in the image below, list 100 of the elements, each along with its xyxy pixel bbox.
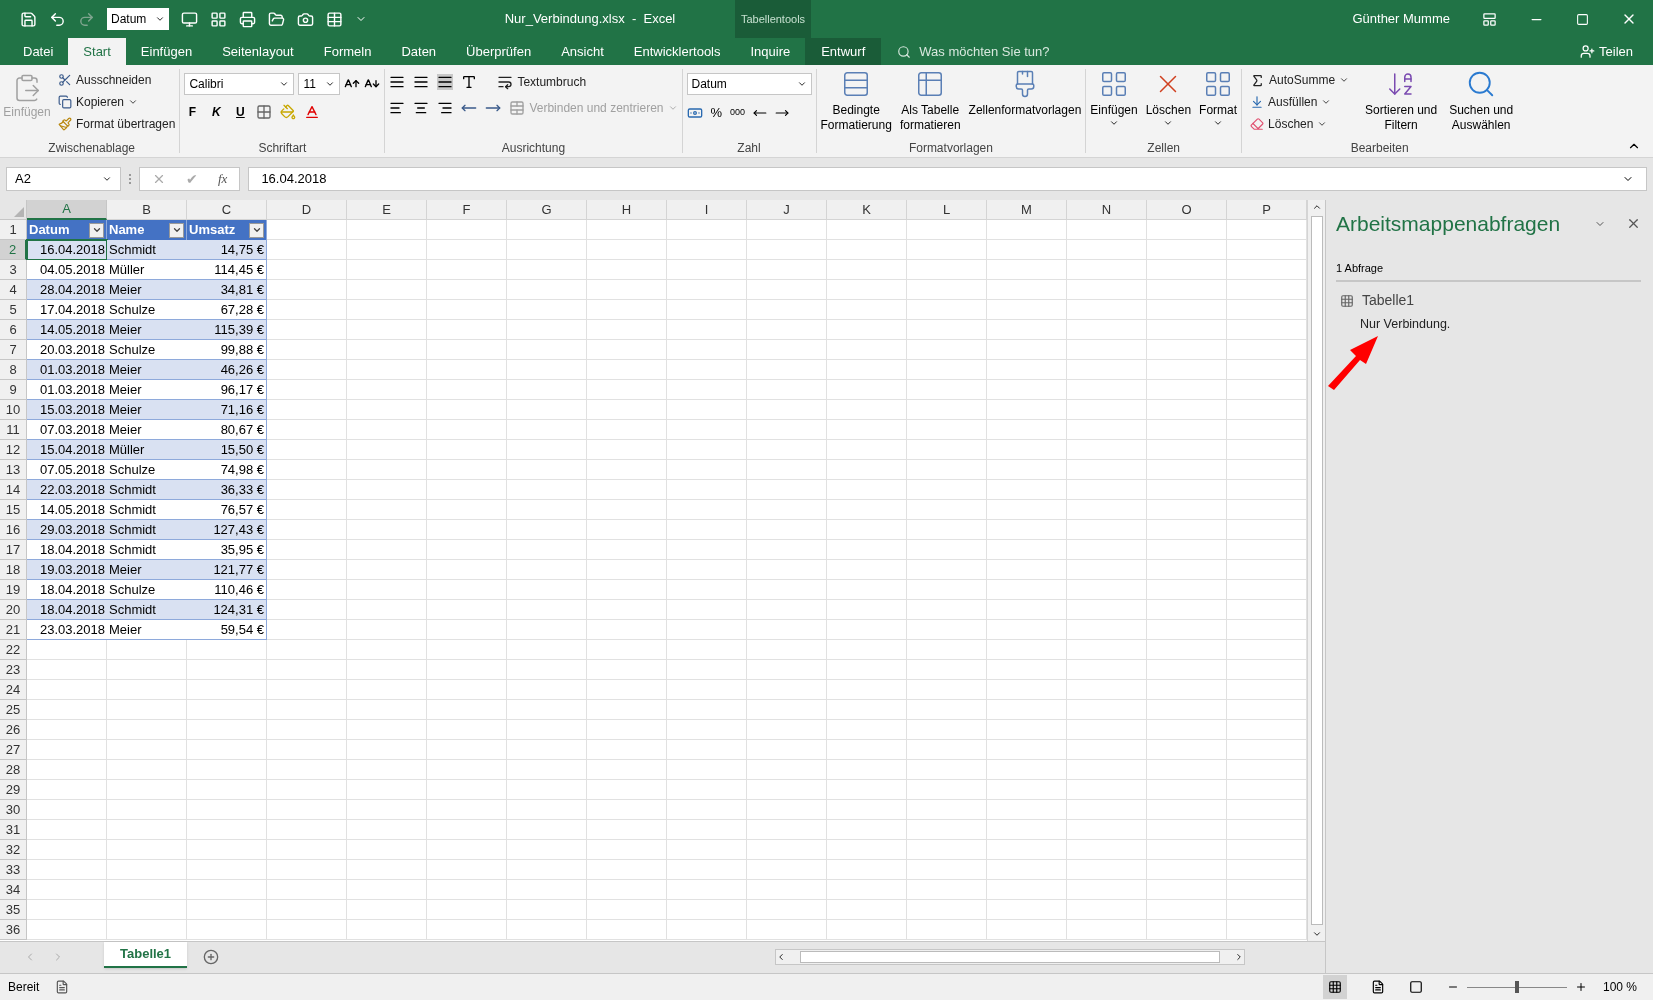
scroll-thumb[interactable] bbox=[800, 950, 1220, 963]
normal-view-icon[interactable] bbox=[1322, 975, 1347, 999]
ribbon-tab[interactable]: Einfügen bbox=[125, 38, 208, 65]
page-layout-icon[interactable] bbox=[1370, 980, 1385, 994]
column-header[interactable]: H bbox=[587, 200, 667, 220]
scroll-right-icon[interactable] bbox=[1234, 951, 1244, 962]
row-header[interactable]: 12 bbox=[0, 440, 27, 460]
row-header[interactable]: 28 bbox=[0, 760, 27, 780]
formula-field[interactable]: 16.04.2018 bbox=[248, 167, 1647, 191]
share-button[interactable]: Teilen bbox=[1580, 38, 1633, 65]
column-header[interactable]: G bbox=[507, 200, 587, 220]
align-center-icon[interactable] bbox=[413, 100, 430, 116]
row-header[interactable]: 3 bbox=[0, 260, 27, 280]
ribbon-tab[interactable]: Entwurf bbox=[805, 38, 882, 65]
insert-function-button[interactable]: fx bbox=[218, 169, 228, 189]
row-header[interactable]: 1 bbox=[0, 220, 27, 240]
macro-record-icon[interactable] bbox=[55, 980, 70, 994]
horizontal-scrollbar[interactable] bbox=[775, 948, 1245, 965]
column-header[interactable]: A bbox=[27, 200, 107, 220]
autosum-button[interactable]: AutoSumme bbox=[1246, 69, 1354, 91]
column-header[interactable]: I bbox=[667, 200, 747, 220]
row-header[interactable]: 18 bbox=[0, 560, 27, 580]
font-name-field[interactable]: Calibri bbox=[184, 73, 295, 95]
borders-icon[interactable] bbox=[256, 104, 273, 120]
save-icon[interactable] bbox=[20, 10, 37, 28]
row-header[interactable]: 14 bbox=[0, 480, 27, 500]
filter-button[interactable] bbox=[169, 222, 184, 238]
scroll-left-icon[interactable] bbox=[776, 951, 786, 962]
row-header[interactable]: 24 bbox=[0, 680, 27, 700]
row-header[interactable]: 36 bbox=[0, 920, 27, 940]
column-header[interactable]: M bbox=[987, 200, 1067, 220]
middle-align-icon[interactable] bbox=[413, 74, 430, 90]
align-right-icon[interactable] bbox=[437, 100, 454, 116]
row-header[interactable]: 30 bbox=[0, 800, 27, 820]
slider-thumb[interactable] bbox=[1514, 981, 1519, 993]
row-header[interactable]: 21 bbox=[0, 620, 27, 640]
orientation-icon[interactable] bbox=[461, 74, 478, 90]
fill-button[interactable]: Ausfüllen bbox=[1246, 91, 1354, 113]
row-header[interactable]: 34 bbox=[0, 880, 27, 900]
column-header[interactable]: K bbox=[827, 200, 907, 220]
row-header[interactable]: 31 bbox=[0, 820, 27, 840]
column-header[interactable]: N bbox=[1067, 200, 1147, 220]
print-icon[interactable] bbox=[239, 10, 256, 28]
row-header[interactable]: 22 bbox=[0, 640, 27, 660]
vertical-scrollbar[interactable] bbox=[1307, 200, 1325, 941]
column-header[interactable]: F bbox=[427, 200, 507, 220]
column-header[interactable]: P bbox=[1227, 200, 1307, 220]
folder-icon[interactable] bbox=[268, 10, 285, 28]
query-item[interactable]: Tabelle1 bbox=[1336, 290, 1641, 311]
row-header[interactable]: 19 bbox=[0, 580, 27, 600]
row-header[interactable]: 17 bbox=[0, 540, 27, 560]
sort-filter-button[interactable]: Sortieren und Filtern bbox=[1365, 69, 1438, 139]
zoom-in-icon[interactable] bbox=[1574, 981, 1587, 993]
bold-button[interactable]: F bbox=[184, 103, 201, 121]
row-header[interactable]: 27 bbox=[0, 740, 27, 760]
ribbon-tab[interactable]: Ansicht bbox=[546, 38, 619, 65]
zoom-level[interactable]: 100 % bbox=[1602, 978, 1637, 996]
style-command-button[interactable]: Als Tabelle formatieren bbox=[899, 69, 961, 139]
row-header[interactable]: 11 bbox=[0, 420, 27, 440]
page-break-icon[interactable] bbox=[1408, 980, 1423, 994]
align-left-icon[interactable] bbox=[389, 100, 406, 116]
row-header[interactable]: 5 bbox=[0, 300, 27, 320]
top-align-icon[interactable] bbox=[389, 74, 406, 90]
scroll-up-icon[interactable] bbox=[1311, 202, 1322, 212]
zoom-slider[interactable] bbox=[1466, 981, 1567, 993]
font-color-icon[interactable] bbox=[304, 104, 321, 120]
table-icon[interactable] bbox=[326, 10, 343, 28]
scroll-thumb[interactable] bbox=[1310, 216, 1323, 925]
row-header[interactable]: 25 bbox=[0, 700, 27, 720]
row-header[interactable]: 16 bbox=[0, 520, 27, 540]
cells-command-button[interactable]: Löschen bbox=[1145, 69, 1192, 139]
monitor-icon[interactable] bbox=[181, 10, 198, 28]
row-header[interactable]: 26 bbox=[0, 720, 27, 740]
row-header[interactable]: 33 bbox=[0, 860, 27, 880]
wrap-text-button[interactable]: Textumbruch bbox=[497, 73, 587, 91]
column-header[interactable]: B bbox=[107, 200, 187, 220]
bottom-align-icon[interactable] bbox=[437, 74, 454, 90]
format-combo[interactable]: Datum bbox=[107, 8, 169, 30]
maximize-icon[interactable] bbox=[1576, 12, 1589, 26]
thousands-button[interactable]: 000 bbox=[730, 106, 746, 120]
fill-color-icon[interactable] bbox=[280, 104, 297, 120]
filter-button[interactable] bbox=[89, 222, 104, 238]
row-header[interactable]: 20 bbox=[0, 600, 27, 620]
row-header[interactable]: 15 bbox=[0, 500, 27, 520]
row-header[interactable]: 9 bbox=[0, 380, 27, 400]
column-header[interactable]: C bbox=[187, 200, 267, 220]
clear-button[interactable]: Löschen bbox=[1246, 113, 1354, 135]
ribbon-tab[interactable]: Start bbox=[68, 38, 126, 65]
percent-button[interactable]: % bbox=[710, 103, 723, 123]
column-header[interactable]: J bbox=[747, 200, 827, 220]
number-format-field[interactable]: Datum bbox=[686, 73, 812, 95]
column-header[interactable]: D bbox=[267, 200, 347, 220]
filter-button[interactable] bbox=[249, 222, 264, 238]
ribbon-tab[interactable]: Seitenlayout bbox=[207, 38, 309, 65]
column-header[interactable]: E bbox=[347, 200, 427, 220]
column-header[interactable]: O bbox=[1147, 200, 1227, 220]
name-box[interactable]: A2 bbox=[6, 167, 121, 191]
undo-icon[interactable] bbox=[49, 10, 66, 28]
cells-command-button[interactable]: Einfügen bbox=[1090, 69, 1138, 139]
format-painter-button[interactable]: Format übertragen bbox=[54, 113, 180, 135]
